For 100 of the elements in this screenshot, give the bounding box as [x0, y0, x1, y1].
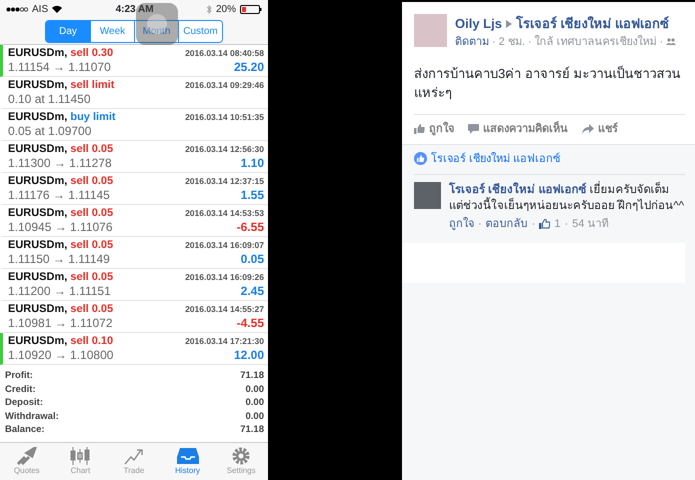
order-type: sell 0.05	[70, 175, 114, 187]
trade-prices: 1.10920 → 1.10800	[8, 348, 114, 363]
like-count: 1	[554, 217, 560, 232]
liker-link[interactable]: โรเจอร์ เชียงใหม่ แอฟเอกซ์	[431, 150, 560, 167]
comment-input-field[interactable]	[402, 242, 685, 282]
trade-symbol: EURUSDm,	[8, 175, 68, 187]
trade-prices: 1.11300 → 1.11278	[8, 156, 112, 171]
trade-profit: 2.45	[240, 284, 264, 299]
separator-dot: ·	[492, 34, 496, 50]
trade-time: 2016.03.14 17:21:30	[185, 335, 264, 348]
signal-icon	[6, 6, 28, 12]
author-link[interactable]: Oily Ljs	[455, 14, 502, 34]
commenter-link[interactable]: โรเจอร์ เชียงใหม่ แอฟเอกซ์	[449, 184, 586, 196]
trade-profit: 12.00	[234, 348, 264, 363]
period-tab[interactable]: Week	[90, 20, 134, 42]
meta-text: ใกล้ เทศบาลนครเชียงใหม่	[534, 34, 657, 50]
trade-time: 2016.03.14 16:09:26	[185, 271, 264, 284]
period-tab[interactable]: Day	[46, 20, 90, 42]
meta-text: 2 ชม.	[498, 34, 525, 50]
triangle-icon	[506, 20, 512, 28]
trade-prices: 1.10945 → 1.11076	[8, 220, 113, 235]
wifi-icon	[52, 5, 62, 13]
battery-percent: 20%	[216, 2, 236, 16]
order-type: sell 0.05	[70, 239, 114, 251]
trade-profit: -4.55	[236, 316, 264, 331]
order-type: sell 0.05	[70, 143, 114, 155]
separator-dot: ·	[660, 34, 664, 50]
summary-value: 0.00	[246, 410, 264, 423]
avatar-placeholder[interactable]	[414, 182, 441, 209]
trade-symbol: EURUSDm,	[8, 335, 68, 347]
trade-time: 2016.03.14 16:09:07	[185, 239, 264, 252]
separator-dot: ·	[478, 217, 482, 232]
trade-profit: 1.55	[240, 188, 264, 203]
trade-symbol: EURUSDm,	[8, 271, 68, 283]
meta-link[interactable]: ถูกใจ	[449, 216, 474, 232]
arrows-icon	[16, 446, 37, 464]
trade-time: 2016.03.14 09:29:46	[185, 79, 264, 92]
order-type: sell 0.05	[70, 271, 114, 283]
trade-profit: 25.20	[234, 60, 264, 75]
post-action-button[interactable]: แชร์	[582, 121, 618, 138]
meta-link[interactable]: ติดตาม	[455, 34, 489, 50]
trade-time: 2016.03.14 08:40:58	[185, 47, 264, 60]
trade-symbol: EURUSDm,	[8, 303, 68, 315]
share-arrow-icon	[582, 124, 594, 134]
post-action-button[interactable]: ถูกใจ	[414, 121, 454, 138]
trade-prices: 0.10 at 1.11450	[8, 92, 91, 107]
order-type: sell 0.10	[70, 335, 114, 347]
trade-symbol: EURUSDm,	[8, 143, 68, 155]
speech-bubble-icon	[468, 124, 479, 134]
thumbs-up-icon	[414, 124, 425, 134]
summary-label: Profit:	[5, 369, 33, 382]
summary-label: Deposit:	[5, 396, 43, 410]
battery-icon	[240, 4, 262, 14]
trade-prices: 1.10981 → 1.11072	[8, 316, 113, 331]
status-time: 4:23 AM	[116, 2, 154, 16]
order-type: sell 0.05	[70, 207, 114, 219]
carrier-name: AIS	[32, 2, 48, 16]
order-type: buy limit	[70, 111, 116, 123]
comment-text: โรเจอร์ เชียงใหม่ แอฟเอกซ์ เยี่ยมครับจัดเต็ม แต่ช่วงนี้ใจเย็นๆหน่อยนะครับออย ฝึกๆไปก่อน^^	[449, 182, 685, 214]
order-type: sell 0.30	[70, 47, 114, 59]
summary-label: Balance:	[5, 423, 45, 436]
trade-time: 2016.03.14 12:56:30	[185, 143, 264, 156]
separator-dot: ·	[564, 217, 568, 232]
avatar-placeholder[interactable]	[414, 14, 447, 47]
summary-label: Credit:	[5, 382, 36, 396]
trade-symbol: EURUSDm,	[8, 47, 68, 59]
trade-symbol: EURUSDm,	[8, 79, 68, 91]
tray-icon	[176, 446, 199, 464]
tab-bar-item[interactable]: History	[160, 443, 214, 480]
summary-value: 0.00	[246, 382, 264, 396]
summary-label: Withdrawal:	[5, 410, 59, 423]
trade-prices: 1.11154 → 1.11070	[8, 60, 111, 75]
assistive-touch-icon[interactable]	[136, 3, 178, 45]
summary-value: 71.18	[240, 369, 264, 382]
candlestick-icon	[70, 446, 90, 464]
separator-dot: ·	[528, 34, 532, 50]
trade-prices: 1.11200 → 1.11151	[8, 284, 111, 299]
trade-prices: 1.11176 → 1.11145	[8, 188, 110, 203]
post-action-button[interactable]: แสดงความคิดเห็น	[468, 121, 568, 138]
summary-value: 71.18	[240, 423, 264, 436]
order-type: sell 0.05	[70, 303, 114, 315]
trade-symbol: EURUSDm,	[8, 239, 68, 251]
trade-time: 2016.03.14 14:55:27	[185, 303, 264, 316]
like-icon	[414, 152, 427, 166]
trade-prices: 1.11150 → 1.11149	[8, 252, 110, 267]
bluetooth-icon	[206, 4, 212, 14]
trade-time: 2016.03.14 12:37:15	[185, 175, 264, 188]
period-tab[interactable]: Custom	[178, 20, 222, 42]
separator-dot: ·	[532, 217, 536, 232]
trade-symbol: EURUSDm,	[8, 111, 68, 123]
settings-icon	[232, 446, 250, 464]
trade-profit: 0.05	[240, 252, 264, 267]
meta-link[interactable]: ตอบกลับ	[486, 216, 528, 232]
order-type: sell limit	[70, 79, 114, 91]
trade-time: 2016.03.14 14:53:53	[185, 207, 264, 220]
trade-prices: 0.05 at 1.09700	[8, 124, 92, 139]
page-link[interactable]: โรเจอร์ เชียงใหม่ แอฟเอกซ์	[516, 14, 670, 34]
trend-icon	[124, 446, 144, 464]
post-text: ส่งการบ้านคาบ3ค่า อาจารย์ มะวานเป็นชาวสวน แหร่ะๆ	[414, 64, 682, 102]
trade-profit: 1.10	[240, 156, 264, 171]
